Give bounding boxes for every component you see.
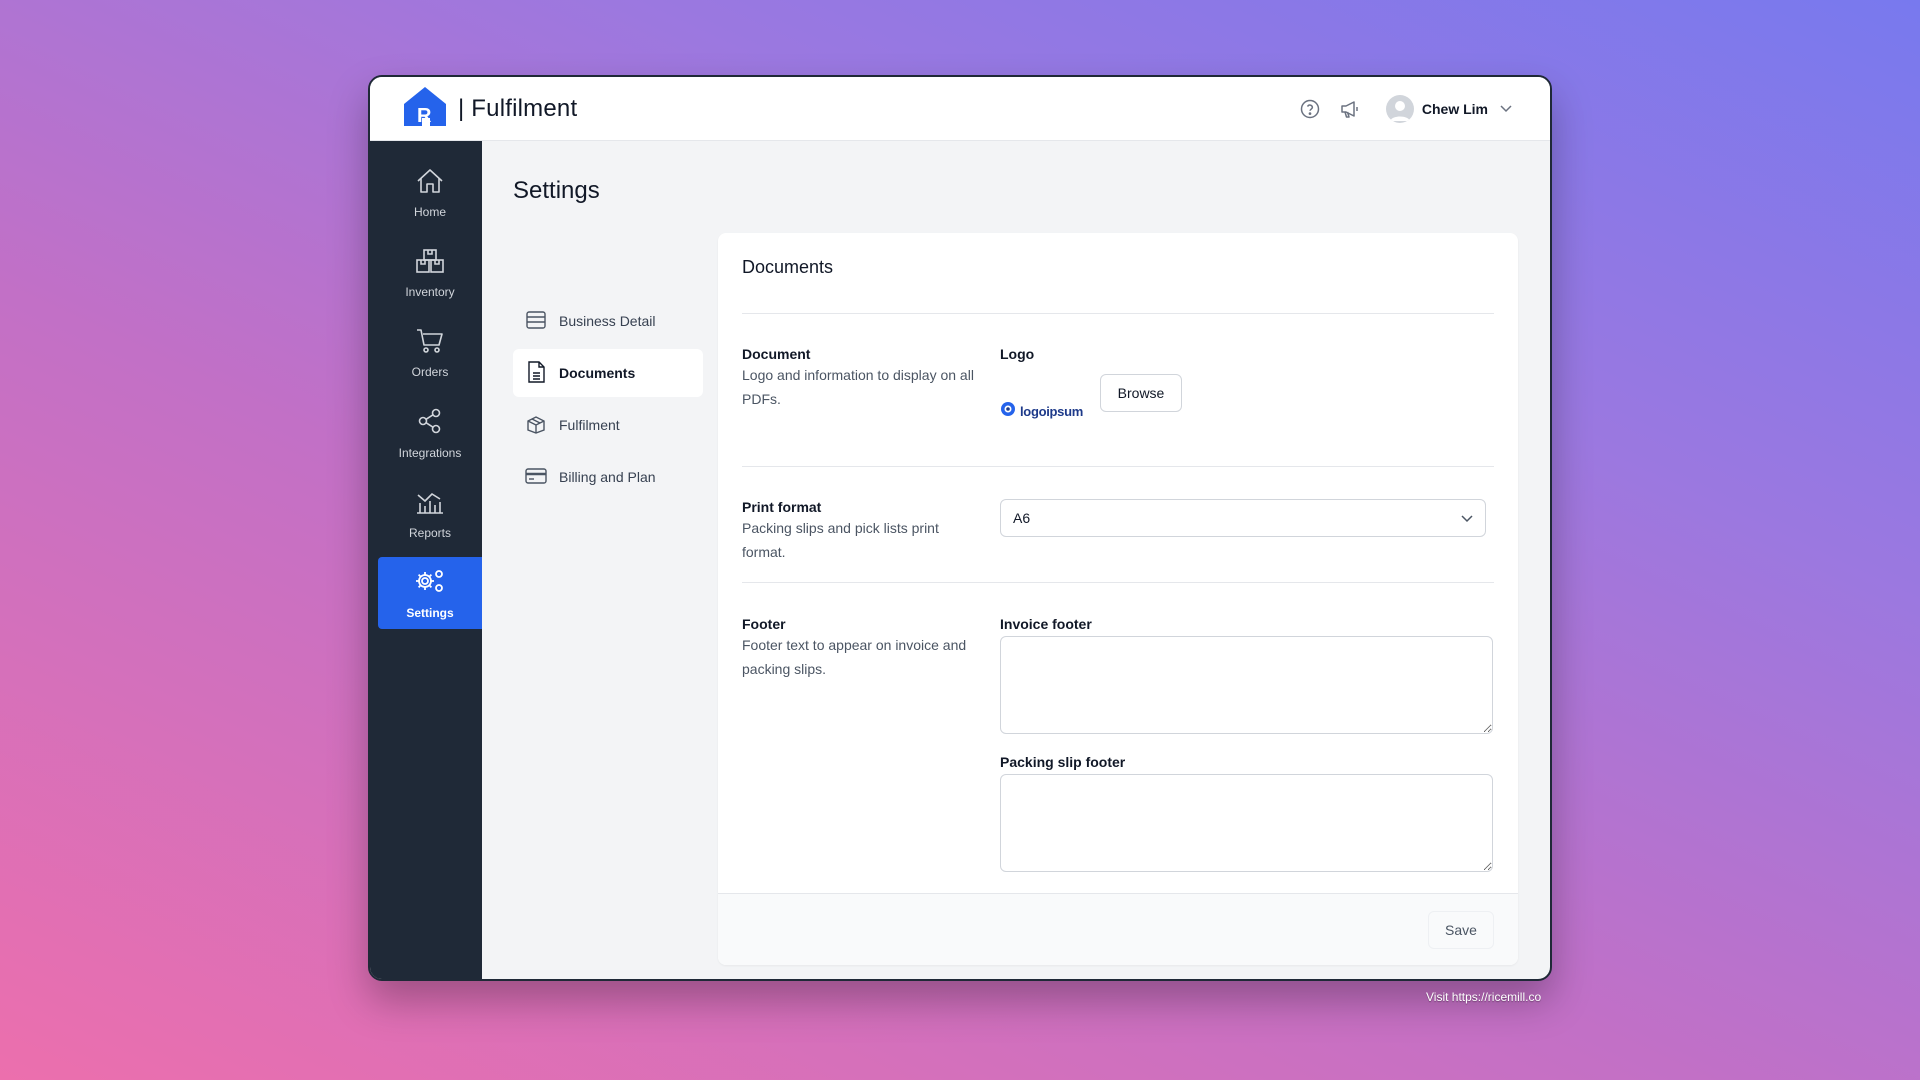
save-button[interactable]: Save	[1428, 911, 1494, 949]
page-title: Settings	[513, 177, 600, 204]
store-icon	[525, 310, 547, 333]
logo-text: logoipsum	[1020, 404, 1084, 419]
document-section-description: Logo and information to display on all P…	[742, 367, 974, 407]
sidebar-item-integrations[interactable]: Integrations	[378, 397, 482, 469]
document-icon	[525, 360, 547, 387]
chevron-down-icon	[1500, 100, 1512, 118]
brand-logo-icon: R	[402, 86, 448, 131]
share-icon	[416, 407, 444, 440]
footer-section-description: Footer text to appear on invoice and pac…	[742, 637, 967, 677]
sidebar-item-inventory[interactable]: Inventory	[378, 237, 482, 309]
card-title: Documents	[742, 257, 834, 277]
invoice-footer-label: Invoice footer	[1000, 616, 1092, 632]
settings-nav-label: Documents	[559, 365, 636, 381]
cart-icon	[415, 328, 445, 359]
sidebar-item-label: Home	[413, 204, 446, 219]
megaphone-icon[interactable]	[1338, 97, 1362, 121]
print-format-select[interactable]: A6	[1000, 499, 1486, 537]
sidebar-item-home[interactable]: Home	[378, 157, 482, 229]
invoice-footer-input[interactable]	[1000, 636, 1493, 734]
avatar	[1385, 94, 1414, 123]
packing-footer-input[interactable]	[1000, 774, 1493, 872]
print-format-description: Packing slips and pick lists print forma…	[742, 520, 939, 560]
settings-nav: Business Detail Documents Fulfilment Bil…	[513, 297, 703, 505]
settings-nav-label: Billing and Plan	[559, 469, 656, 485]
settings-nav-label: Business Detail	[559, 313, 656, 329]
settings-nav-billing[interactable]: Billing and Plan	[513, 453, 703, 501]
sidebar: Home Inventory Orders Integrations Repor…	[370, 141, 482, 979]
box-icon	[525, 414, 547, 437]
sidebar-item-label: Orders	[411, 364, 449, 379]
print-format-value: A6	[1013, 510, 1031, 526]
sidebar-item-settings[interactable]: Settings	[378, 557, 482, 629]
user-menu[interactable]: Chew Lim	[1385, 94, 1512, 123]
divider	[742, 582, 1494, 583]
credit-card-icon	[525, 466, 547, 489]
top-bar: R | Fulfilment Chew Lim	[370, 77, 1550, 141]
documents-card: Documents Document Logo and information …	[718, 233, 1518, 965]
app-title: | Fulfilment	[458, 94, 578, 122]
visit-link[interactable]: Visit https://ricemill.co	[1426, 990, 1541, 1004]
sidebar-item-label: Reports	[408, 525, 452, 540]
divider	[742, 466, 1494, 467]
settings-nav-label: Fulfilment	[559, 417, 620, 433]
settings-nav-business-detail[interactable]: Business Detail	[513, 297, 703, 345]
sidebar-item-reports[interactable]: Reports	[378, 477, 482, 549]
app-window: R | Fulfilment Chew Lim Home Inventory O…	[368, 75, 1552, 981]
divider	[742, 313, 1494, 314]
chevron-down-icon	[1461, 510, 1473, 526]
packing-footer-label: Packing slip footer	[1000, 754, 1126, 770]
logoipsum-icon	[1000, 401, 1016, 422]
chart-icon	[415, 487, 445, 520]
user-name: Chew Lim	[1421, 100, 1488, 117]
home-icon	[416, 168, 444, 199]
sidebar-item-label: Settings	[406, 605, 454, 620]
settings-nav-documents[interactable]: Documents	[513, 349, 703, 397]
logo-preview: logoipsum	[1000, 401, 1083, 422]
help-circle-icon[interactable]	[1298, 97, 1322, 121]
print-format-title: Print format	[742, 499, 822, 515]
card-footer: Save	[718, 893, 1518, 965]
sidebar-item-label: Integrations	[398, 445, 462, 460]
settings-nav-fulfilment[interactable]: Fulfilment	[513, 401, 703, 449]
document-section-title: Document	[742, 346, 811, 362]
logo-label: Logo	[1000, 346, 1035, 362]
brand[interactable]: R | Fulfilment	[402, 86, 577, 131]
footer-section-title: Footer	[742, 616, 786, 632]
inventory-icon	[415, 248, 445, 279]
gears-icon	[414, 567, 446, 600]
sidebar-item-orders[interactable]: Orders	[378, 317, 482, 389]
browse-button[interactable]: Browse	[1100, 374, 1182, 412]
sidebar-item-label: Inventory	[405, 284, 455, 299]
